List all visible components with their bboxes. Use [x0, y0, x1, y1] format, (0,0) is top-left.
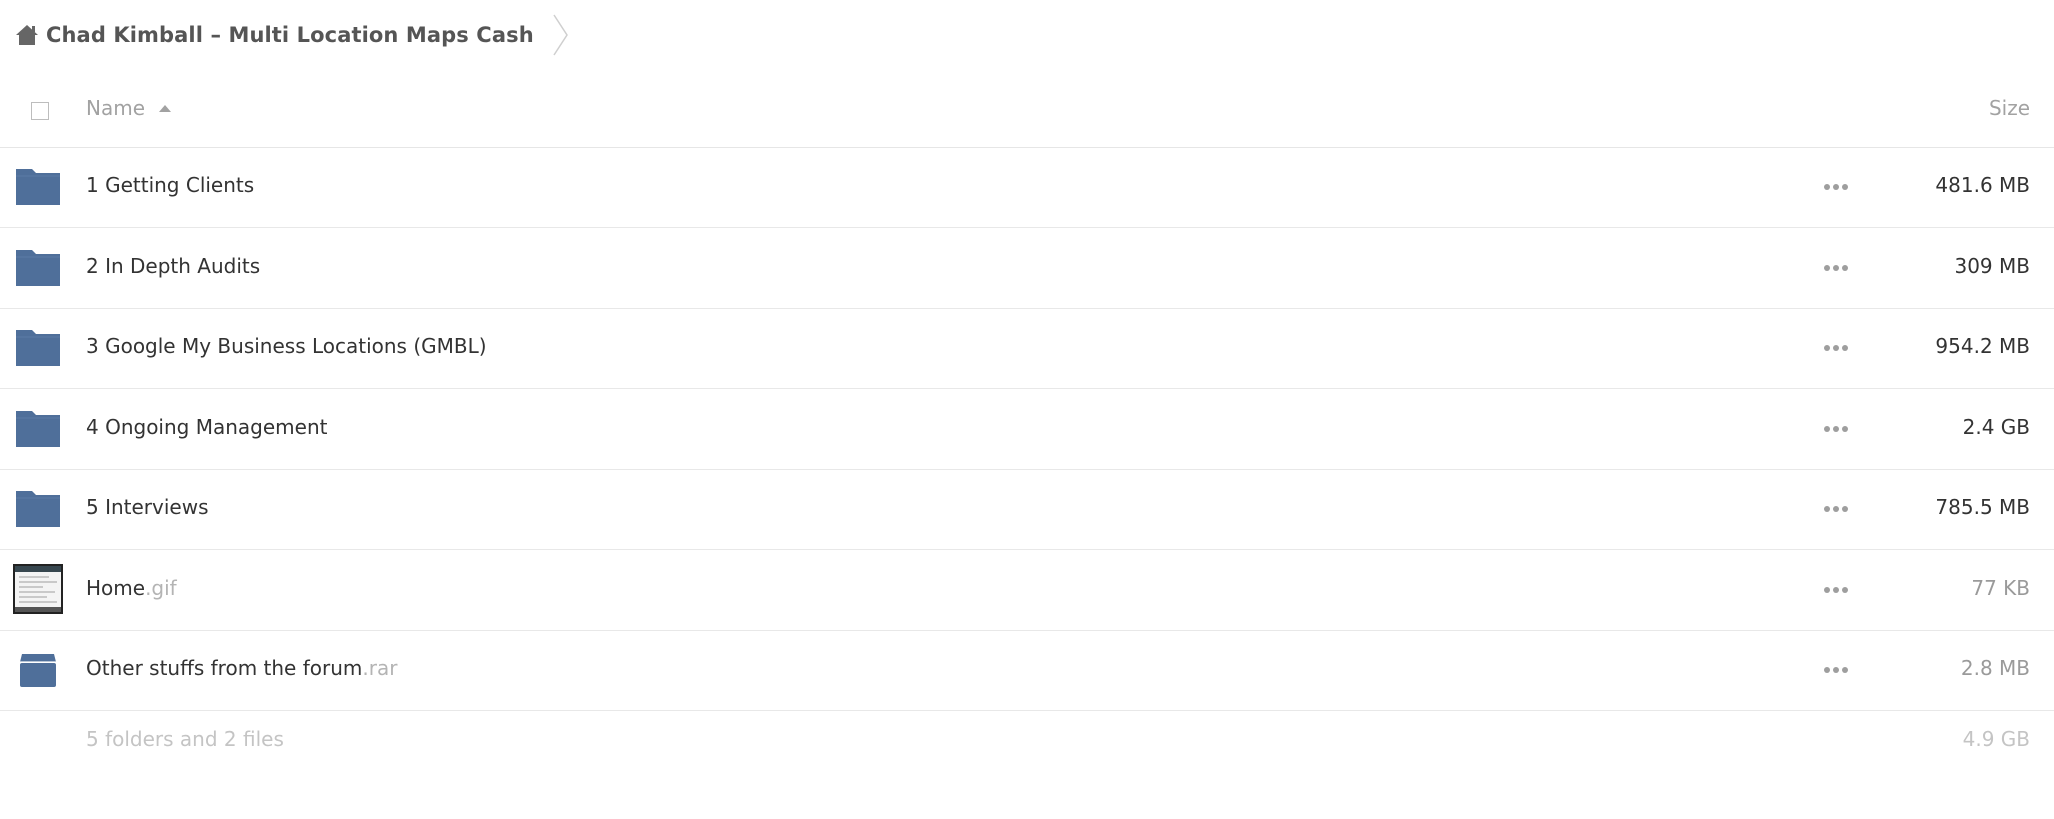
more-actions-icon[interactable] [1824, 265, 1848, 271]
folder-icon [14, 489, 62, 529]
folder-icon [14, 328, 62, 368]
folder-icon [14, 248, 62, 288]
breadcrumb-separator-icon [552, 13, 570, 57]
home-icon[interactable] [14, 22, 40, 48]
file-name[interactable]: 5 Interviews [86, 495, 209, 519]
summary-total-size: 4.9 GB [1962, 727, 2030, 751]
file-row[interactable]: 5 Interviews 785.5 MB [0, 470, 2054, 550]
file-name[interactable]: Other stuffs from the forum.rar [86, 656, 397, 680]
file-row[interactable]: 1 Getting Clients 481.6 MB [0, 148, 2054, 228]
file-size: 2.4 GB [1962, 415, 2030, 439]
file-list-summary: 5 folders and 2 files 4.9 GB [0, 727, 2054, 767]
file-name-base: Other stuffs from the forum [86, 656, 363, 680]
more-actions-icon[interactable] [1824, 667, 1848, 673]
file-size: 954.2 MB [1935, 334, 2030, 358]
file-extension: .rar [362, 656, 398, 680]
more-actions-icon[interactable] [1824, 506, 1848, 512]
file-name[interactable]: 4 Ongoing Management [86, 415, 327, 439]
file-list-header: Name Size [0, 80, 2054, 148]
folder-icon [14, 409, 62, 449]
name-column-header[interactable]: Name [86, 96, 172, 120]
file-size: 785.5 MB [1935, 495, 2030, 519]
file-name[interactable]: 2 In Depth Audits [86, 254, 260, 278]
file-name-base: 2 In Depth Audits [86, 254, 261, 278]
file-size: 2.8 MB [1960, 656, 2030, 680]
sort-ascending-icon [159, 104, 172, 112]
more-actions-icon[interactable] [1824, 345, 1848, 351]
size-column-header[interactable]: Size [1989, 96, 2030, 120]
file-size: 481.6 MB [1935, 173, 2030, 197]
breadcrumb-current-folder[interactable]: Chad Kimball – Multi Location Maps Cash [46, 23, 534, 47]
file-row[interactable]: 3 Google My Business Locations (GMBL) 954… [0, 309, 2054, 389]
file-size: 309 MB [1954, 254, 2030, 278]
name-column-label: Name [86, 96, 146, 120]
summary-count: 5 folders and 2 files [86, 727, 284, 751]
file-name-base: Home [86, 576, 146, 600]
file-row[interactable]: Home.gif 77 KB [0, 551, 2054, 631]
image-thumbnail-icon [13, 564, 63, 614]
file-row[interactable]: 4 Ongoing Management 2.4 GB [0, 390, 2054, 470]
file-name[interactable]: 1 Getting Clients [86, 173, 254, 197]
breadcrumb: Chad Kimball – Multi Location Maps Cash [14, 14, 570, 56]
file-row[interactable]: Other stuffs from the forum.rar 2.8 MB [0, 631, 2054, 711]
file-extension: .gif [145, 576, 177, 600]
file-row[interactable]: 2 In Depth Audits 309 MB [0, 229, 2054, 309]
archive-icon [14, 650, 62, 690]
file-name-base: 4 Ongoing Management [86, 415, 328, 439]
file-size: 77 KB [1971, 576, 2030, 600]
file-name-base: 5 Interviews [86, 495, 209, 519]
more-actions-icon[interactable] [1824, 587, 1848, 593]
file-name[interactable]: 3 Google My Business Locations (GMBL) [86, 334, 487, 358]
more-actions-icon[interactable] [1824, 426, 1848, 432]
more-actions-icon[interactable] [1824, 184, 1848, 190]
file-name-base: 3 Google My Business Locations (GMBL) [86, 334, 487, 358]
folder-icon [14, 167, 62, 207]
file-name-base: 1 Getting Clients [86, 173, 255, 197]
select-all-checkbox[interactable] [31, 102, 49, 120]
file-name[interactable]: Home.gif [86, 576, 177, 600]
